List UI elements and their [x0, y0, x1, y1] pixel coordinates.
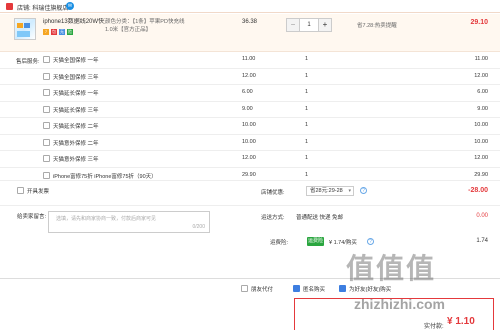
service-checkbox[interactable] — [43, 122, 50, 129]
gift-checkbox[interactable] — [339, 285, 346, 292]
shipping-method[interactable]: 普通配送 快递 免邮 — [296, 213, 343, 221]
service-checkbox[interactable] — [43, 138, 50, 146]
service-price: 11.00 — [242, 56, 256, 62]
service-checkbox[interactable] — [43, 105, 50, 113]
badge-freeship-icon: 包 — [51, 29, 57, 35]
service-qty: 1 — [305, 155, 309, 161]
service-row: iPhone富修75折 iPhone富修75折（90天） 29.90 1 29.90 — [0, 168, 500, 184]
insurance-text: ¥ 1.74/购买 — [329, 240, 357, 246]
discount-help-icon[interactable]: ? — [360, 187, 367, 194]
product-attributes: 颜色分类：【1条】苹果PD快充线 1.0米【官方正品】 — [105, 18, 184, 34]
service-total: 12.00 — [474, 155, 488, 161]
badge-insurance-icon: 险 — [67, 29, 73, 35]
service-price: 10.00 — [242, 122, 256, 128]
service-name: 天猫全国保修 三年 — [53, 74, 99, 81]
service-total: 12.00 — [474, 72, 488, 79]
service-total: 11.00 — [474, 56, 488, 62]
service-checkbox[interactable] — [43, 56, 50, 63]
service-price: 10.00 — [242, 138, 256, 145]
anonymous-checkbox[interactable] — [293, 285, 300, 292]
quantity-stepper: − 1 + — [286, 18, 332, 32]
service-qty: 1 — [305, 171, 309, 178]
insurance-value: 1.74 — [476, 238, 488, 244]
message-label: 给卖家留言: — [17, 214, 47, 220]
service-name: 天猫延长保修 三年 — [53, 107, 99, 114]
message-textarea[interactable]: 选填，请先和商家协商一致，付款后商家可见 0/200 — [48, 211, 210, 233]
divider — [0, 205, 500, 206]
discount-value: -28.00 — [468, 187, 488, 194]
service-total: 10.00 — [474, 138, 488, 145]
service-row: 天猫全国保修 三年 12.00 1 12.00 — [0, 69, 500, 85]
service-qty: 1 — [305, 122, 309, 128]
service-total: 9.00 — [477, 105, 488, 112]
service-row: 天猫意外保修 三年 12.00 1 12.00 — [0, 151, 500, 167]
pay-total: ¥ 1.10 — [447, 316, 475, 327]
saved-amount: 省7.28:热卖提醒 — [357, 23, 397, 29]
service-price: 9.00 — [242, 105, 253, 112]
service-qty: 1 — [305, 105, 309, 112]
service-row: 天猫全国保修 一年 11.00 1 11.00 — [0, 52, 500, 68]
service-checkbox[interactable] — [43, 72, 50, 80]
wangwang-chat-icon[interactable]: ✉ — [66, 2, 74, 10]
service-price: 12.00 — [242, 72, 256, 79]
quantity-minus-button[interactable]: − — [287, 19, 300, 31]
service-name: 天猫意外保修 二年 — [53, 140, 99, 147]
pay-label: 实付款: — [424, 324, 444, 330]
discount-label: 店铺优惠: — [261, 190, 285, 196]
service-price: 6.00 — [242, 89, 253, 95]
invoice-label: 开具发票 — [27, 189, 50, 195]
service-qty: 1 — [305, 56, 309, 62]
service-total: 29.90 — [474, 171, 488, 178]
watermark-logo: 值值值 — [346, 253, 437, 284]
service-qty: 1 — [305, 89, 309, 95]
service-name: 天猫意外保修 三年 — [53, 157, 99, 163]
service-row: 天猫延长保修 一年 6.00 1 6.00 — [0, 85, 500, 101]
anonymous-label: 匿名购买 — [303, 287, 326, 293]
service-total: 10.00 — [474, 122, 488, 128]
attr-line-2: 1.0米【官方正品】 — [105, 27, 152, 33]
product-title[interactable]: iphone13数据线20W快充PD手... — [43, 18, 105, 26]
attr-line-1: 颜色分类：【1条】苹果PD快充线 — [105, 19, 185, 25]
order-page: 店铺: 科瑞佳旗舰店 ✉ iphone13数据线20W快充PD手... 7包无险… — [0, 0, 500, 330]
quantity-plus-button[interactable]: + — [318, 19, 331, 31]
badge-7day-icon: 7 — [43, 29, 49, 35]
pay-by-friend-checkbox[interactable] — [241, 285, 248, 292]
unit-price: 36.38 — [242, 19, 258, 25]
shipping-value: 0.00 — [476, 213, 488, 219]
invoice-checkbox[interactable] — [17, 187, 24, 194]
shop-name[interactable]: 店铺: 科瑞佳旗舰店 — [17, 3, 68, 12]
service-row: 天猫延长保修 二年 10.00 1 10.00 — [0, 118, 500, 134]
service-checkbox[interactable] — [43, 89, 50, 96]
service-qty: 1 — [305, 138, 309, 145]
service-checkbox[interactable] — [43, 155, 50, 162]
shipping-label: 运送方式: — [261, 215, 285, 221]
service-qty: 1 — [305, 72, 309, 79]
service-price: 12.00 — [242, 155, 256, 161]
service-name: 天猫全国保修 一年 — [53, 58, 99, 64]
service-name: 天猫延长保修 一年 — [53, 91, 99, 97]
product-badges: 7包无险 — [43, 29, 75, 35]
service-total: 6.00 — [477, 89, 488, 95]
badge-noreason-icon: 无 — [59, 29, 65, 35]
service-row: 天猫意外保修 二年 10.00 1 10.00 — [0, 135, 500, 151]
divider — [0, 180, 500, 181]
discount-select[interactable]: 省28元:29-28 — [306, 186, 354, 196]
insurance-tag: 运费险 — [307, 237, 324, 246]
service-name: iPhone富修75折 iPhone富修75折（90天） — [53, 173, 157, 180]
service-checkbox[interactable] — [43, 171, 50, 179]
service-row: 天猫延长保修 三年 9.00 1 9.00 — [0, 102, 500, 118]
shop-icon — [6, 3, 13, 10]
item-subtotal: 29.10 — [470, 19, 488, 26]
product-thumbnail[interactable] — [14, 18, 36, 40]
message-counter: 0/200 — [192, 224, 205, 230]
insurance-help-icon[interactable]: ? — [367, 238, 374, 245]
quantity-input[interactable]: 1 — [301, 19, 317, 31]
shop-bar: 店铺: 科瑞佳旗舰店 ✉ — [0, 0, 500, 13]
service-name: 天猫延长保修 二年 — [53, 124, 99, 130]
insurance-label: 运费险: — [270, 240, 289, 246]
pay-by-friend-label: 朋友代付 — [251, 287, 274, 293]
service-price: 29.90 — [242, 171, 256, 178]
message-placeholder: 选填，请先和商家协商一致，付款后商家可见 — [56, 216, 157, 222]
watermark-url: zhizhizhi.com — [354, 296, 445, 312]
